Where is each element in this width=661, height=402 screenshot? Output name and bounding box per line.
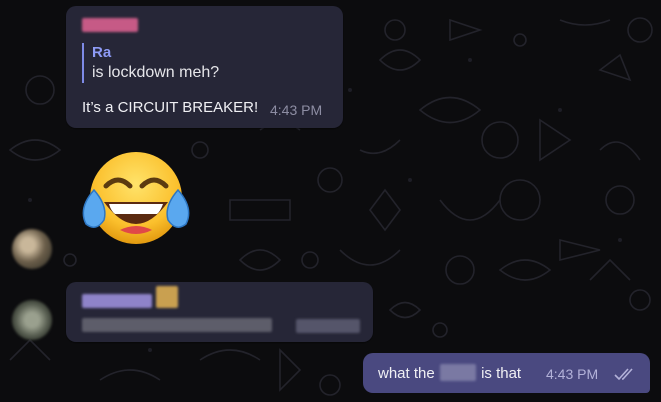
message-text-redacted <box>82 318 272 332</box>
message-text-redacted-2 <box>296 319 360 333</box>
message-text: It’s a CIRCUIT BREAKER! <box>82 99 259 116</box>
sender-name-redacted <box>82 18 138 32</box>
double-check-icon <box>614 368 633 381</box>
face-with-tears-of-joy-icon[interactable] <box>80 150 192 250</box>
message-text-end: is that <box>481 365 522 382</box>
message-timestamp: 4:43 PM <box>546 366 599 382</box>
sender-badge-redacted <box>156 286 178 308</box>
incoming-message-bubble[interactable]: Ra is lockdown meh? It’s a CIRCUIT BREAK… <box>66 6 343 128</box>
message-timestamp: 4:43 PM <box>270 102 323 118</box>
sender-avatar[interactable] <box>12 229 52 269</box>
sender-name-redacted <box>82 294 152 308</box>
reply-quote[interactable]: Ra is lockdown meh? <box>82 43 219 83</box>
reply-author-name: Ra <box>92 44 112 61</box>
message-text: what the is that <box>378 364 521 382</box>
incoming-message-bubble-redacted[interactable] <box>66 282 373 342</box>
redacted-word <box>439 364 476 381</box>
outgoing-message-bubble[interactable]: what the is that 4:43 PM <box>363 353 650 393</box>
message-text-start: what the <box>378 365 435 382</box>
sender-avatar[interactable] <box>12 300 52 340</box>
reply-quoted-text: is lockdown meh? <box>92 64 220 81</box>
